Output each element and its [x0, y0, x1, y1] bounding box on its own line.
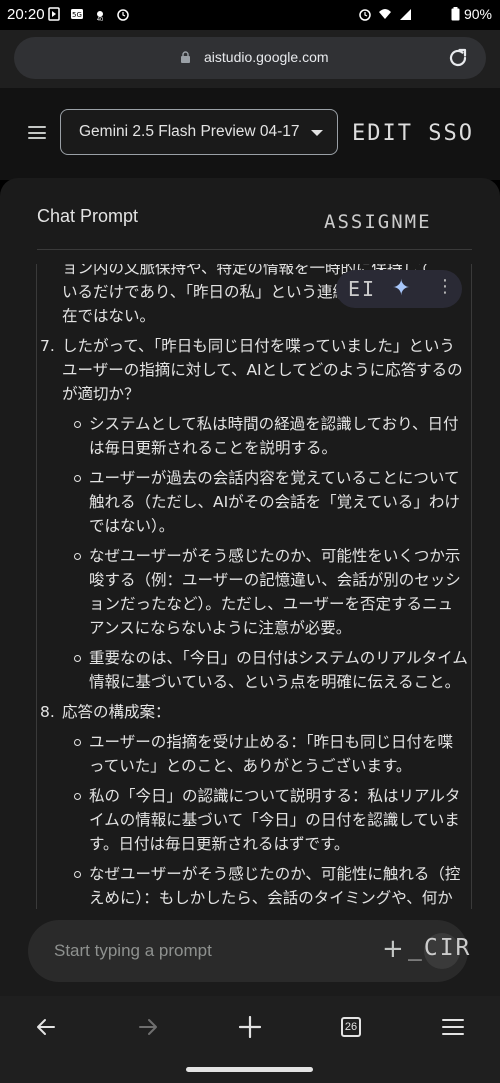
list-item-text: 応答の構成案：: [62, 703, 171, 721]
bullet-item: 私の「今日」の認識について説明する：私はリアルタイムの情報に基づいて「今日」の日…: [40, 784, 468, 856]
sparkle-icon[interactable]: ✦: [392, 276, 410, 301]
home-gesture-bar[interactable]: [186, 1067, 313, 1072]
more-vert-icon[interactable]: ⋮: [436, 276, 454, 297]
content-border-right: [471, 264, 472, 909]
thoughts-content: ョン内の文脈保持や、特定の情報を一時的に保持して いるだけであり、「昨日の私」と…: [40, 264, 468, 907]
edit-overlay-label[interactable]: EDIT SSO: [352, 121, 474, 146]
list-item-8: 8. 応答の構成案：: [40, 700, 468, 724]
battery-icon: [451, 7, 460, 21]
wifi-icon: [379, 9, 391, 19]
list-item-text: したがって、「昨日も同じ日付を喋っていました」というユーザーの指摘に対して、AI…: [62, 337, 463, 403]
lock-icon: [181, 51, 190, 63]
bullet-item: 重要なのは、「今日」の日付はシステムのリアルタイム情報に基づいている、という点を…: [40, 646, 468, 694]
list-number: 8.: [40, 703, 55, 721]
status-left-icons: 5G 40: [47, 7, 130, 21]
list-number: 7.: [40, 337, 55, 355]
bullet-item: なぜユーザーがそう感じたのか、可能性に触れる（控えめに）：もしかしたら、会話のタ…: [40, 862, 468, 907]
alarm-icon: [359, 9, 371, 21]
status-right-icons: [358, 7, 412, 21]
reload-icon[interactable]: [446, 46, 470, 70]
browser-nav-bar: 26: [0, 996, 500, 1083]
app-header: Gemini 2.5 Flash Preview 04-17 EDIT SSO: [0, 88, 500, 180]
signal-icon: [400, 9, 411, 20]
panel-title: Chat Prompt: [37, 206, 139, 226]
svg-text:40: 40: [97, 17, 103, 21]
model-selector[interactable]: Gemini 2.5 Flash Preview 04-17: [60, 109, 338, 155]
bullet-item: ユーザーの指摘を受け止める：「昨日も同じ日付を喋っていた」とのこと、ありがとうご…: [40, 730, 468, 778]
brightness-icon: 40: [97, 11, 103, 21]
prompt-input[interactable]: [54, 938, 354, 964]
back-icon[interactable]: [31, 1014, 61, 1040]
content-border-left: [36, 264, 37, 909]
bullet-item: システムとして私は時間の経過を認識しており、日付は毎日更新されることを説明する。: [40, 412, 468, 460]
browser-toolbar: aistudio.google.com: [0, 30, 500, 88]
status-time: 20:20: [7, 6, 45, 23]
tab-count: 26: [341, 1017, 361, 1037]
dropdown-caret-icon: [311, 130, 323, 136]
prompt-bar: +: [28, 920, 468, 982]
sim-icon: 5G: [71, 9, 83, 19]
bullet-item: ユーザーが過去の会話内容を覚えていることについて触れる（ただし、AIがその会話を…: [40, 466, 468, 538]
bullet-item: なぜユーザーがそう感じたのか、可能性をいくつか示唆する（例：ユーザーの記憶違い、…: [40, 544, 468, 640]
assign-overlay-label[interactable]: ASSIGNME: [324, 211, 432, 233]
add-icon[interactable]: +: [382, 934, 404, 964]
model-name: Gemini 2.5 Flash Preview 04-17: [79, 123, 300, 140]
new-tab-icon[interactable]: [235, 1014, 265, 1040]
battery-indicator: 90%: [451, 6, 492, 22]
circle-overlay-label[interactable]: _CIR: [408, 935, 471, 961]
tabs-button[interactable]: 26: [336, 1014, 366, 1040]
menu-lines-icon[interactable]: [438, 1014, 468, 1040]
floating-action-pill[interactable]: EI ✦ ⋮: [336, 270, 462, 308]
drive-icon: [48, 7, 60, 21]
battery-percent: 90%: [463, 6, 492, 22]
alarm-clock-icon: [117, 9, 129, 21]
forward-icon[interactable]: [133, 1014, 163, 1040]
title-divider: [37, 249, 472, 250]
menu-icon[interactable]: [28, 126, 46, 139]
list-item-7: 7. したがって、「昨日も同じ日付を喋っていました」というユーザーの指摘に対して…: [40, 334, 468, 406]
svg-text:5G: 5G: [72, 11, 82, 19]
pill-overlay-label: EI: [348, 277, 377, 301]
status-bar: 20:20 5G 40 90%: [0, 0, 500, 30]
url-text: aistudio.google.com: [204, 49, 329, 65]
address-bar[interactable]: aistudio.google.com: [14, 37, 486, 79]
chat-panel: Chat Prompt ASSIGNME ョン内の文脈保持や、特定の情報を一時的…: [0, 178, 500, 996]
